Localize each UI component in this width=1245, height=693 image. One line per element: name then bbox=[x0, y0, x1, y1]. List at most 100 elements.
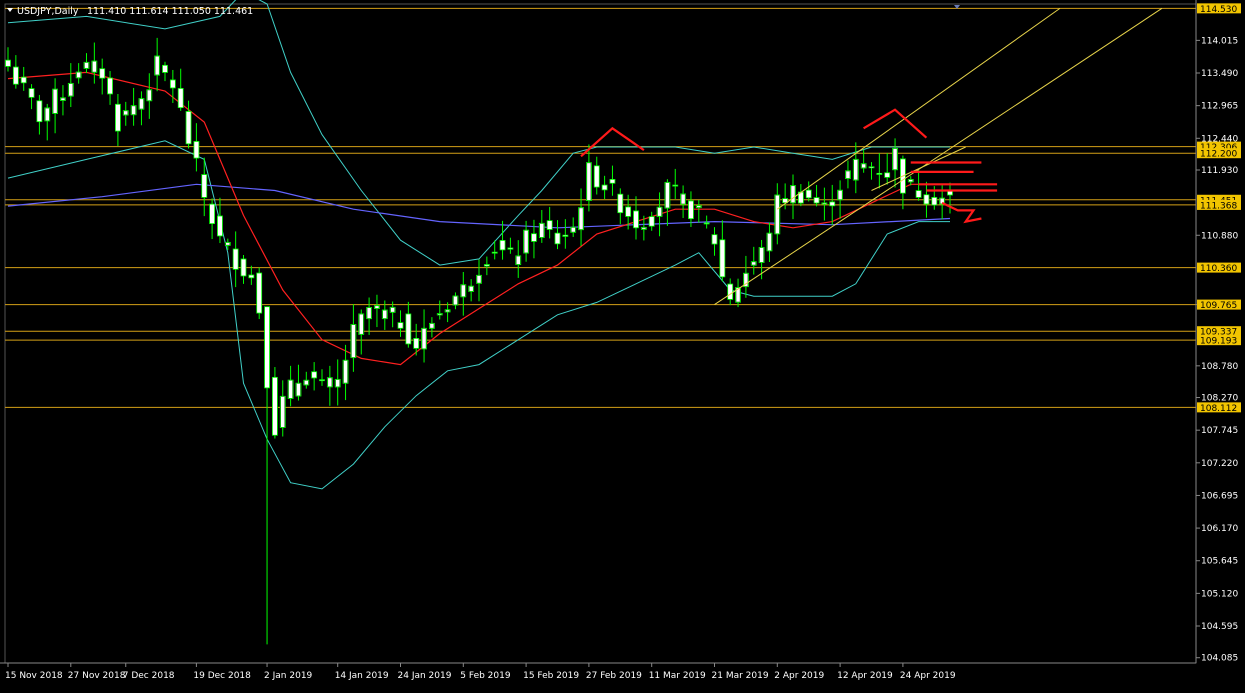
candle-body-fill bbox=[854, 159, 858, 180]
y-tick-label: 110.880 bbox=[1201, 231, 1238, 241]
candle-body-bear bbox=[703, 222, 710, 225]
y-tick-label: 107.745 bbox=[1201, 426, 1238, 436]
candle-body-bear bbox=[201, 174, 208, 198]
candle-body-fill bbox=[69, 83, 73, 96]
candle-body-fill bbox=[657, 207, 662, 216]
candle-body-bear bbox=[562, 234, 569, 237]
candle-body-fill bbox=[280, 396, 285, 428]
candle-body-bear bbox=[546, 220, 553, 230]
candle-body-bear bbox=[593, 165, 600, 188]
candle-body-fill bbox=[123, 111, 128, 115]
candle-body-bear bbox=[12, 66, 19, 85]
candle-body-bear bbox=[256, 272, 263, 314]
candle-body-bear bbox=[36, 100, 43, 123]
candle-body-bear bbox=[491, 251, 498, 254]
candle-body-bear bbox=[719, 239, 726, 278]
candle-body-bear bbox=[672, 184, 679, 187]
candle-body-bear bbox=[507, 247, 514, 250]
candle-body-bear bbox=[169, 79, 176, 89]
candle-body-bear bbox=[617, 193, 624, 214]
candle-body-fill bbox=[131, 106, 136, 115]
candle-body-bear bbox=[240, 258, 247, 277]
x-tick-label: 2 Jan 2019 bbox=[264, 671, 312, 681]
candle-body-fill bbox=[226, 242, 230, 245]
y-tick-label: 105.120 bbox=[1201, 589, 1238, 599]
candle-body-bear bbox=[271, 376, 278, 436]
candle-body-fill bbox=[540, 223, 544, 238]
candle-body-bear bbox=[397, 322, 404, 329]
price-chart[interactable]: 114.015113.490112.965112.440111.930110.8… bbox=[0, 0, 1245, 693]
candle-body-fill bbox=[53, 89, 57, 114]
x-tick-label: 11 Mar 2019 bbox=[649, 671, 706, 681]
candle-body-bear bbox=[884, 172, 891, 178]
level-price-label: 110.360 bbox=[1200, 264, 1237, 274]
candle-body-fill bbox=[422, 328, 426, 349]
candle-body-bear bbox=[248, 274, 255, 279]
candle-body-fill bbox=[869, 167, 874, 168]
candle-body-fill bbox=[147, 90, 152, 101]
level-price-label: 112.200 bbox=[1200, 150, 1237, 160]
candle-body-fill bbox=[288, 380, 293, 399]
candle-body-fill bbox=[469, 286, 473, 291]
candle-body-bear bbox=[648, 216, 655, 227]
candle-body-bear bbox=[209, 203, 216, 225]
candle-body-bear bbox=[876, 172, 883, 175]
candle-body-bear bbox=[633, 210, 639, 229]
candle-body-fill bbox=[367, 307, 371, 319]
candle-body-fill bbox=[139, 99, 144, 109]
candle-body-fill bbox=[477, 275, 481, 283]
candle-body-bear bbox=[311, 371, 318, 379]
candle-body-bear bbox=[601, 184, 608, 191]
candle-body-fill bbox=[893, 148, 897, 170]
y-tick-label: 106.695 bbox=[1201, 491, 1238, 501]
candle-body-fill bbox=[84, 62, 89, 68]
candle-body-fill bbox=[846, 171, 850, 179]
candle-body-bear bbox=[405, 313, 412, 345]
x-tick-label: 15 Nov 2018 bbox=[5, 671, 63, 681]
x-tick-label: 5 Feb 2019 bbox=[460, 671, 511, 681]
candle-body-bear bbox=[499, 240, 506, 251]
candle-body-bear bbox=[554, 232, 561, 245]
candle-body-bear bbox=[625, 206, 632, 217]
candle-body-fill bbox=[383, 310, 387, 319]
y-tick-label: 108.270 bbox=[1201, 394, 1238, 404]
candle-body-fill bbox=[579, 208, 583, 230]
candle-body-fill bbox=[751, 262, 756, 265]
candle-body-bear bbox=[711, 234, 718, 245]
x-tick-label: 12 Apr 2019 bbox=[837, 671, 893, 681]
level-price-label: 109.765 bbox=[1200, 301, 1237, 311]
candle-body-bear bbox=[609, 179, 616, 184]
candle-body-bear bbox=[5, 59, 11, 67]
y-tick-label: 105.645 bbox=[1201, 557, 1238, 567]
candle-body-fill bbox=[697, 206, 701, 208]
candle-body-fill bbox=[861, 164, 866, 168]
x-tick-label: 24 Apr 2019 bbox=[900, 671, 956, 681]
candle-body-bear bbox=[217, 215, 223, 237]
x-tick-label: 15 Feb 2019 bbox=[523, 671, 579, 681]
y-tick-label: 104.595 bbox=[1201, 622, 1238, 632]
candle-body-bear bbox=[688, 200, 694, 220]
candle-body-fill bbox=[822, 203, 827, 204]
candle-body-fill bbox=[351, 324, 356, 358]
candle-body-bear bbox=[177, 88, 184, 109]
candle-body-fill bbox=[791, 186, 795, 203]
y-tick-label: 114.015 bbox=[1201, 36, 1238, 46]
candle-body-fill bbox=[359, 314, 364, 334]
candle-body-fill bbox=[335, 379, 340, 387]
y-tick-label: 104.085 bbox=[1201, 654, 1238, 664]
x-tick-label: 27 Nov 2018 bbox=[68, 671, 126, 681]
candle-body-bear bbox=[923, 194, 930, 205]
candle-body-fill bbox=[375, 306, 379, 309]
candle-body-fill bbox=[437, 314, 442, 315]
candle-body-fill bbox=[390, 307, 395, 312]
level-price-label: 109.193 bbox=[1200, 337, 1237, 347]
y-tick-label: 111.930 bbox=[1201, 166, 1238, 176]
candle-body-bear bbox=[264, 306, 270, 389]
x-tick-label: 14 Jan 2019 bbox=[335, 671, 389, 681]
candle-body-bear bbox=[20, 76, 27, 84]
candle-body-bear bbox=[931, 197, 938, 206]
candle-body-bear bbox=[99, 68, 106, 79]
candle-body-bear bbox=[805, 189, 812, 199]
candle-body-fill bbox=[92, 61, 97, 72]
candle-body-bear bbox=[915, 190, 922, 198]
